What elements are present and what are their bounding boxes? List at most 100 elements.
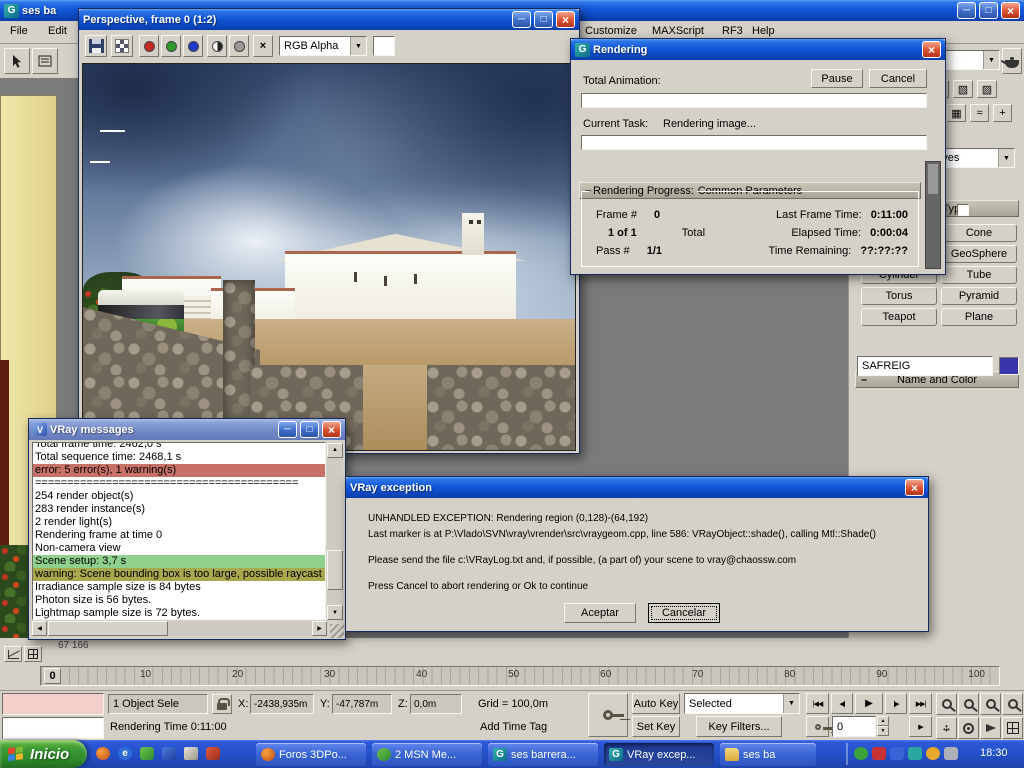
scroll-right-button[interactable]: ▶ — [312, 621, 327, 636]
menu-edit[interactable]: Edit — [48, 25, 67, 37]
next-frame-button[interactable] — [885, 693, 907, 714]
primitive-tube-button[interactable]: Tube — [941, 266, 1017, 284]
current-frame-field[interactable]: 0 — [832, 716, 876, 737]
mini-curve-editor-button[interactable] — [4, 646, 22, 662]
menu-help[interactable]: Help — [752, 25, 775, 37]
menu-maxscript[interactable]: MAXScript — [652, 25, 704, 37]
taskbar-button-vray-exception[interactable]: VRay excep... — [604, 743, 714, 766]
tray-icon[interactable] — [854, 747, 868, 760]
tab-display[interactable]: ▧ — [953, 80, 973, 98]
zoom-region-button[interactable] — [1002, 693, 1023, 715]
key-filter-dropdown[interactable]: Selected — [684, 693, 800, 714]
render-window-titlebar[interactable]: Perspective, frame 0 (1:2) — [79, 9, 579, 30]
primitive-cone-button[interactable]: Cone — [941, 224, 1017, 242]
rendering-close-button[interactable] — [922, 41, 941, 58]
tray-icon[interactable] — [926, 747, 940, 760]
set-keys-button[interactable] — [588, 693, 628, 737]
y-coordinate-field[interactable]: -47,787m — [332, 694, 392, 714]
quicklaunch-app-icon[interactable] — [206, 747, 220, 760]
vertical-scrollbar[interactable]: ▲ ▼ — [327, 442, 343, 620]
rendering-dialog-titlebar[interactable]: Rendering — [571, 39, 945, 60]
quicklaunch-firefox-icon[interactable] — [96, 747, 110, 760]
time-slider[interactable]: 0 — [44, 668, 61, 684]
channel-red-toggle[interactable] — [139, 35, 159, 57]
arc-rotate-button[interactable] — [958, 717, 979, 739]
zoom-all-button[interactable] — [958, 693, 979, 715]
render-minimize-button[interactable] — [512, 11, 531, 28]
monochrome-toggle[interactable] — [207, 35, 227, 57]
quicklaunch-ie-icon[interactable]: e — [118, 747, 132, 760]
taskbar-clock[interactable]: 18:30 — [980, 747, 1008, 759]
rollout-scrollbar[interactable] — [925, 161, 941, 269]
menu-file[interactable]: File — [10, 25, 28, 37]
category-helpers-icon[interactable]: ▦ — [947, 104, 966, 122]
scroll-down-button[interactable]: ▼ — [327, 605, 343, 620]
menu-rf3[interactable]: RF3 — [722, 25, 743, 37]
key-filters-button[interactable]: Key Filters... — [696, 716, 782, 737]
spinner-up-icon[interactable]: ▲ — [877, 716, 889, 726]
dropdown-arrow-icon[interactable] — [998, 149, 1014, 167]
tray-icon[interactable] — [890, 747, 904, 760]
set-key-button[interactable]: Set Key — [632, 716, 680, 737]
go-to-end-button[interactable] — [909, 693, 932, 714]
quick-render-button[interactable] — [1002, 48, 1022, 74]
background-color-swatch[interactable] — [373, 36, 395, 56]
dropdown-arrow-icon[interactable] — [983, 51, 999, 69]
zoom-button[interactable] — [936, 693, 957, 715]
primitive-teapot-button[interactable]: Teapot — [861, 308, 937, 326]
channel-green-toggle[interactable] — [161, 35, 181, 57]
x-coordinate-field[interactable]: -2438,935m — [250, 694, 314, 714]
taskbar-button-ses-barrera[interactable]: ses barrera... — [488, 743, 598, 766]
tab-utilities[interactable]: ▨ — [977, 80, 997, 98]
render-type-dropdown[interactable] — [944, 50, 1000, 70]
quicklaunch-media-icon[interactable] — [162, 747, 176, 760]
tray-icon[interactable] — [944, 747, 958, 760]
z-coordinate-field[interactable]: 0,0m — [410, 694, 462, 714]
cancelar-button[interactable]: Cancelar — [648, 603, 720, 623]
category-spacewarps-icon[interactable]: ≈ — [970, 104, 989, 122]
spinner-down-icon[interactable]: ▼ — [877, 726, 889, 736]
primitive-torus-button[interactable]: Torus — [861, 287, 937, 305]
main-maximize-button[interactable] — [979, 2, 998, 19]
taskbar-button-msn[interactable]: 2 MSN Me... — [372, 743, 482, 766]
tray-icon[interactable] — [908, 747, 922, 760]
selection-lock-toggle[interactable] — [212, 694, 232, 714]
go-to-end-frame-button[interactable] — [909, 716, 932, 737]
channel-display-dropdown[interactable]: RGB Alpha — [279, 36, 367, 56]
primitive-plane-button[interactable]: Plane — [941, 308, 1017, 326]
main-close-button[interactable] — [1001, 2, 1020, 19]
vray-messages-titlebar[interactable]: VRay messages — [29, 419, 345, 440]
field-of-view-button[interactable] — [980, 717, 1001, 739]
menu-customize[interactable]: Customize — [585, 25, 637, 37]
tray-icon[interactable] — [872, 747, 886, 760]
dropdown-arrow-icon[interactable] — [350, 37, 366, 55]
main-minimize-button[interactable] — [957, 2, 976, 19]
maximize-viewport-toggle[interactable] — [1002, 717, 1023, 739]
messages-close-button[interactable] — [322, 421, 341, 438]
quicklaunch-msn-icon[interactable] — [140, 747, 154, 760]
object-color-swatch[interactable] — [999, 357, 1019, 375]
clone-render-button[interactable] — [111, 35, 133, 57]
scrollbar-thumb[interactable] — [48, 621, 168, 636]
primitive-geosphere-button[interactable]: GeoSphere — [941, 245, 1017, 263]
auto-key-button[interactable]: Auto Key — [632, 693, 680, 714]
clear-button[interactable]: × — [253, 35, 273, 57]
mini-listener-field[interactable] — [2, 717, 104, 739]
go-to-start-button[interactable] — [806, 693, 829, 714]
dropdown-arrow-icon[interactable] — [783, 694, 799, 713]
add-time-tag[interactable]: Add Time Tag — [480, 721, 547, 733]
zoom-extents-button[interactable] — [980, 693, 1001, 715]
messages-minimize-button[interactable] — [278, 421, 297, 438]
quicklaunch-desktop-icon[interactable] — [184, 747, 198, 760]
select-by-name-button[interactable] — [32, 48, 58, 74]
timeline-ruler[interactable]: 10 20 30 40 50 60 70 80 90 100 — [140, 669, 985, 683]
macro-recorder-field[interactable] — [2, 693, 104, 715]
object-name-field[interactable]: SAFREIG — [857, 356, 993, 376]
channel-blue-toggle[interactable] — [183, 35, 203, 57]
scroll-left-button[interactable]: ◀ — [32, 621, 47, 636]
exception-close-button[interactable] — [905, 479, 924, 496]
horizontal-scrollbar[interactable]: ◀ ▶ — [32, 621, 327, 636]
start-button[interactable]: Inicio — [0, 740, 88, 768]
save-bitmap-button[interactable] — [85, 35, 107, 57]
vray-exception-titlebar[interactable]: VRay exception — [346, 477, 928, 498]
